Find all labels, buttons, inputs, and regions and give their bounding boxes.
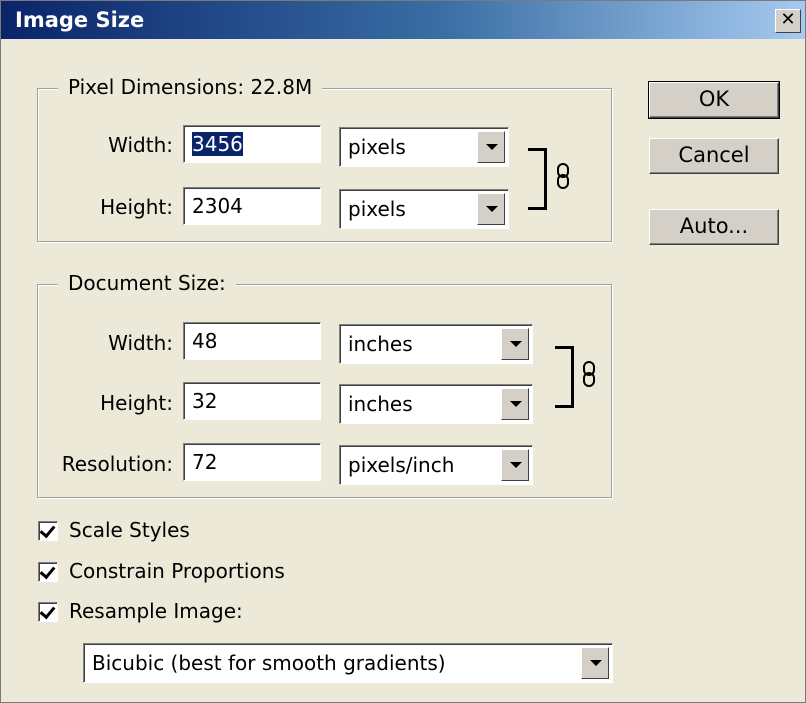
resolution-unit-value: pixels/inch <box>348 453 455 477</box>
pixel-height-unit-select[interactable]: pixels <box>339 189 509 229</box>
cancel-button[interactable]: Cancel <box>649 138 779 174</box>
doc-width-value: 48 <box>192 329 218 353</box>
doc-height-unit-value: inches <box>348 392 413 416</box>
pixel-width-value: 3456 <box>192 132 243 156</box>
close-button[interactable]: ✕ <box>775 9 801 33</box>
doc-width-unit-value: inches <box>348 332 413 356</box>
doc-height-value: 32 <box>192 389 218 413</box>
resample-method-value: Bicubic (best for smooth gradients) <box>92 651 446 675</box>
pixel-height-value: 2304 <box>192 194 243 218</box>
dropdown-arrow-icon[interactable] <box>501 388 529 420</box>
pixel-height-label: Height: <box>100 195 173 219</box>
pixel-link-bracket <box>528 148 547 210</box>
title-bar[interactable]: Image Size ✕ <box>1 1 805 39</box>
resolution-input[interactable]: 72 <box>183 443 321 481</box>
pixel-height-input[interactable]: 2304 <box>183 187 321 225</box>
close-icon: ✕ <box>780 9 796 30</box>
dropdown-arrow-icon[interactable] <box>501 449 529 481</box>
image-size-dialog: Image Size ✕ Pixel Dimensions: 22.8M Wid… <box>0 0 806 703</box>
resolution-value: 72 <box>192 450 218 474</box>
dropdown-arrow-icon[interactable] <box>477 131 505 163</box>
dialog-title: Image Size <box>15 8 145 32</box>
auto-button[interactable]: Auto... <box>649 209 779 245</box>
dropdown-arrow-icon[interactable] <box>477 193 505 225</box>
doc-height-unit-select[interactable]: inches <box>339 384 533 424</box>
doc-width-unit-select[interactable]: inches <box>339 324 533 364</box>
pixel-width-unit-select[interactable]: pixels <box>339 127 509 167</box>
constrain-proportions-checkbox[interactable] <box>38 562 58 582</box>
resolution-label: Resolution: <box>61 452 173 476</box>
document-size-legend: Document Size: <box>58 271 236 295</box>
ok-button[interactable]: OK <box>648 81 780 119</box>
chain-link-icon <box>583 361 595 387</box>
doc-height-label: Height: <box>100 391 173 415</box>
document-link-bracket <box>555 346 574 408</box>
resample-image-checkbox[interactable] <box>38 602 58 622</box>
doc-width-label: Width: <box>108 331 173 355</box>
dropdown-arrow-icon[interactable] <box>501 328 529 360</box>
constrain-proportions-label[interactable]: Constrain Proportions <box>69 559 285 583</box>
chain-link-icon <box>557 163 569 189</box>
dropdown-arrow-icon[interactable] <box>581 647 609 679</box>
doc-height-input[interactable]: 32 <box>183 382 321 420</box>
pixel-height-unit-value: pixels <box>348 197 406 221</box>
pixel-dimensions-legend: Pixel Dimensions: 22.8M <box>58 75 323 99</box>
resample-image-label[interactable]: Resample Image: <box>69 599 243 623</box>
scale-styles-checkbox[interactable] <box>38 521 58 541</box>
pixel-width-unit-value: pixels <box>348 135 406 159</box>
pixel-width-input[interactable]: 3456 <box>183 125 321 163</box>
resolution-unit-select[interactable]: pixels/inch <box>339 445 533 485</box>
resample-method-select[interactable]: Bicubic (best for smooth gradients) <box>83 643 613 683</box>
scale-styles-label[interactable]: Scale Styles <box>69 518 190 542</box>
pixel-width-label: Width: <box>108 133 173 157</box>
doc-width-input[interactable]: 48 <box>183 322 321 360</box>
